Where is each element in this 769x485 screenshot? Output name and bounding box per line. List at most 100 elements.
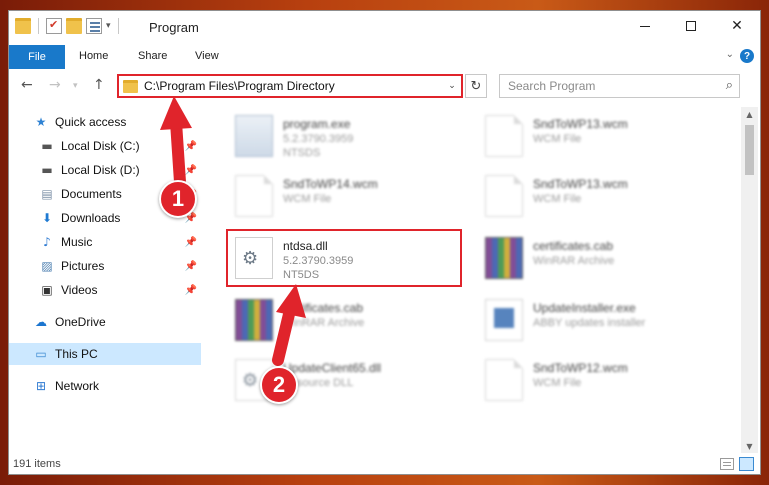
exe-icon [235, 115, 273, 157]
vertical-scrollbar[interactable]: ▲ ▼ [741, 107, 758, 453]
step-2-badge: 2 [260, 366, 298, 404]
disk-icon: ▬ [41, 139, 53, 153]
file-description: NTSDS [283, 147, 321, 159]
file-item[interactable]: SndToWP13.wcm WCM File [481, 109, 721, 165]
customize-toolbar-chevron-icon[interactable]: ▾ [106, 21, 111, 31]
music-icon: ♪ [43, 235, 51, 249]
address-path[interactable]: C:\Program Files\Program Directory [144, 79, 443, 93]
archive-icon [235, 299, 273, 341]
search-icon[interactable]: ⌕ [726, 78, 733, 93]
file-name: SndToWP14.wcm [283, 177, 378, 191]
scrollbar-thumb[interactable] [745, 125, 754, 175]
pin-icon[interactable]: 📌 [185, 165, 197, 176]
nav-item-label: Network [55, 379, 100, 393]
tab-file[interactable]: File [9, 45, 65, 69]
expand-ribbon-chevron-icon[interactable]: ⌄ [726, 49, 734, 60]
details-view-icon[interactable] [720, 458, 734, 470]
tab-view[interactable]: View [195, 50, 219, 62]
up-arrow-icon[interactable]: ↑ [93, 77, 105, 93]
nav-item-network[interactable]: ⊞ Network [33, 375, 201, 397]
nav-item-pictures[interactable]: ▨ Pictures 📌 [39, 255, 201, 277]
nav-item-this-pc[interactable]: ▭ This PC [9, 343, 201, 365]
file-name: program.exe [283, 117, 351, 131]
maximize-icon [686, 21, 696, 31]
search-box[interactable]: ⌕ [499, 74, 740, 98]
file-name: SndToWP13.wcm [533, 177, 628, 191]
nav-item-quick-access[interactable]: ★ Quick access [33, 111, 201, 133]
maximize-button[interactable] [668, 11, 714, 41]
pc-icon: ▭ [35, 347, 47, 361]
toolbar-separator [117, 18, 119, 34]
nav-item-music[interactable]: ♪ Music 📌 [39, 231, 201, 253]
view-options-icon[interactable] [86, 18, 102, 34]
file-item[interactable]: program.exe 5.2.3790.3959 NTSDS [231, 109, 471, 165]
item-count: 191 items [13, 458, 61, 470]
toolbar-separator [38, 18, 39, 34]
tab-home[interactable]: Home [79, 50, 108, 62]
file-name: UpdateClient65.dll [283, 361, 382, 375]
file-icon [485, 359, 523, 401]
nav-item-local-disk-d[interactable]: ▬ Local Disk (D:) 📌 [39, 159, 201, 181]
pin-icon[interactable]: 📌 [185, 237, 197, 248]
navigation-bar: ← → ▾ ↑ C:\Program Files\Program Directo… [9, 71, 760, 101]
pin-icon[interactable]: 📌 [185, 261, 197, 272]
file-item[interactable]: certificates.cab WinRAR Archive [231, 293, 471, 349]
scroll-down-icon[interactable]: ▼ [741, 439, 758, 453]
file-type: WCM File [533, 193, 582, 205]
file-name: SndToWP13.wcm [533, 117, 628, 131]
pin-icon[interactable]: 📌 [185, 141, 197, 152]
window-title: Program [149, 20, 199, 35]
pin-icon[interactable]: 📌 [185, 285, 197, 296]
nav-item-label: Videos [61, 283, 98, 297]
scroll-up-icon[interactable]: ▲ [741, 107, 758, 121]
help-icon[interactable]: ? [740, 49, 754, 63]
disk-icon: ▬ [41, 163, 53, 177]
minimize-button[interactable] [622, 11, 668, 41]
star-icon: ★ [35, 115, 47, 129]
search-input[interactable] [508, 76, 708, 96]
file-name: SndToWP12.wcm [533, 361, 628, 375]
nav-item-label: Documents [61, 187, 122, 201]
file-icon [235, 175, 273, 217]
tab-share[interactable]: Share [138, 50, 167, 62]
new-folder-icon[interactable] [66, 18, 82, 34]
download-icon: ⬇ [41, 211, 53, 225]
file-item[interactable]: certificates.cab WinRAR Archive [481, 231, 721, 287]
file-item[interactable]: SndToWP14.wcm WCM File [231, 169, 471, 225]
folder-icon[interactable] [15, 18, 31, 34]
close-icon: ✕ [731, 18, 743, 34]
nav-item-label: This PC [55, 347, 98, 361]
back-arrow-icon[interactable]: ← [21, 77, 33, 93]
file-item[interactable]: SndToWP13.wcm WCM File [481, 169, 721, 225]
forward-arrow-icon[interactable]: → [49, 77, 61, 93]
folder-icon [123, 79, 138, 93]
address-bar[interactable]: C:\Program Files\Program Directory ⌄ [117, 74, 463, 98]
nav-item-label: Local Disk (D:) [61, 163, 140, 177]
properties-check-icon[interactable] [46, 18, 62, 34]
documents-icon: ▤ [41, 187, 53, 201]
nav-item-videos[interactable]: ▣ Videos 📌 [39, 279, 201, 301]
address-history-chevron-icon[interactable]: ⌄ [443, 81, 461, 91]
window-controls: ✕ [622, 11, 760, 41]
nav-item-label: OneDrive [55, 315, 106, 329]
file-type: WinRAR Archive [283, 317, 365, 329]
file-type: WCM File [533, 133, 582, 145]
pictures-icon: ▨ [41, 259, 53, 273]
file-item[interactable]: UpdateInstaller.exe ABBY updates install… [481, 293, 721, 349]
file-item[interactable]: SndToWP12.wcm WCM File [481, 353, 721, 409]
highlight-box [226, 229, 462, 287]
file-type: WCM File [533, 377, 582, 389]
status-bar: 191 items [9, 455, 760, 474]
nav-item-label: Music [61, 235, 93, 249]
refresh-button[interactable]: ↻ [465, 74, 487, 98]
large-icons-view-icon[interactable] [739, 457, 754, 471]
navigation-pane: ★ Quick access ▬ Local Disk (C:) 📌 ▬ Loc… [9, 107, 209, 453]
nav-item-local-disk-c[interactable]: ▬ Local Disk (C:) 📌 [39, 135, 201, 157]
file-type: WCM File [283, 193, 332, 205]
refresh-icon: ↻ [470, 78, 482, 94]
close-button[interactable]: ✕ [714, 11, 760, 41]
file-type: WinRAR Archive [533, 255, 615, 267]
file-icon [485, 175, 523, 217]
nav-item-onedrive[interactable]: ☁ OneDrive [33, 311, 201, 333]
recent-locations-chevron-icon[interactable]: ▾ [73, 81, 78, 91]
